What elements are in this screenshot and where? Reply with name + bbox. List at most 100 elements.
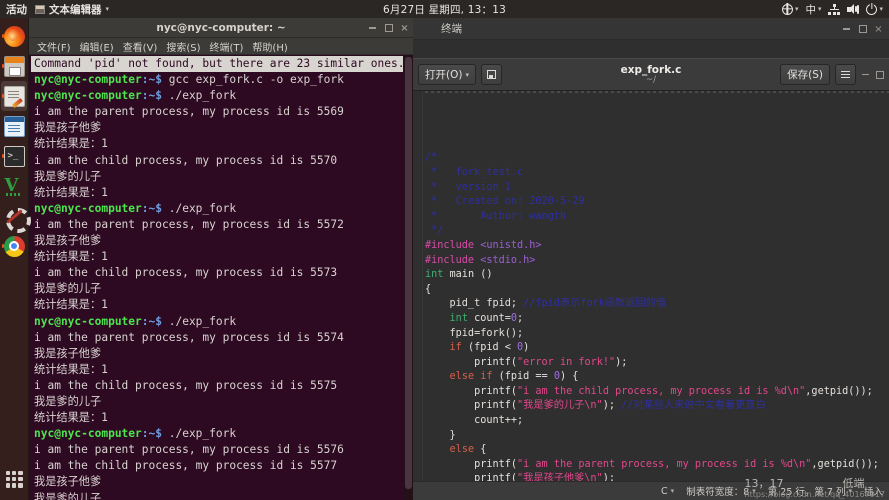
menu-search[interactable]: 搜索(S) bbox=[166, 39, 200, 54]
firefox-icon bbox=[3, 25, 25, 47]
terminal-output-line: i am the parent process, my process id i… bbox=[34, 105, 344, 119]
terminal-prompt-user: nyc@nyc-computer bbox=[34, 427, 142, 441]
terminal-output-line: i am the parent process, my process id i… bbox=[34, 217, 344, 231]
editor-menu-button[interactable] bbox=[835, 64, 856, 85]
code-line: printf("i am the child process, my proce… bbox=[425, 385, 889, 400]
code-line: printf("我是爹的儿子\n"); //对某些人来说中文看着更直白 bbox=[425, 399, 889, 414]
terminal-menubar: 文件(F) 编辑(E) 查看(V) 搜索(S) 终端(T) 帮助(H) bbox=[29, 38, 413, 55]
accessibility-menu[interactable]: ▾ bbox=[781, 3, 799, 15]
watermark-label: 低端 bbox=[842, 477, 865, 490]
save-button[interactable]: 保存(S) bbox=[780, 64, 830, 85]
power-icon bbox=[866, 3, 878, 15]
menu-file[interactable]: 文件(F) bbox=[37, 39, 71, 54]
open-file-label: 打开(O) bbox=[425, 69, 463, 81]
app-dock bbox=[0, 18, 31, 500]
system-tray: ▾ 中 ▾ ▾ bbox=[781, 2, 883, 17]
terminal-title: nyc@nyc-computer: ~ bbox=[156, 21, 286, 34]
code-token: count++; bbox=[425, 415, 524, 427]
terminal-output-line: i am the child process, my process id is… bbox=[34, 378, 338, 392]
terminal-output-line: 我是爹的儿子 bbox=[34, 491, 102, 500]
close-button[interactable] bbox=[400, 24, 409, 33]
terminal-prompt-user: nyc@nyc-computer bbox=[34, 73, 142, 87]
new-document-button[interactable] bbox=[480, 64, 502, 85]
background-window-controls bbox=[842, 18, 883, 40]
terminal-output-line: 我是爹的儿子 bbox=[34, 282, 102, 296]
editor-minimize-button[interactable] bbox=[861, 70, 870, 79]
code-token: /* bbox=[425, 152, 438, 164]
editor-maximize-button[interactable] bbox=[875, 70, 884, 79]
terminal-output-line: 统计结果是：1 bbox=[34, 137, 108, 151]
chevron-down-icon: ▾ bbox=[794, 5, 799, 13]
show-applications-button[interactable] bbox=[1, 464, 27, 494]
terminal-output-line: i am the child process, my process id is… bbox=[34, 153, 338, 167]
dock-item-vim[interactable] bbox=[1, 171, 27, 201]
code-token: "error in fork!" bbox=[517, 356, 616, 368]
dock-item-settings[interactable] bbox=[1, 201, 31, 233]
minimize-button[interactable] bbox=[368, 24, 377, 33]
maximize-button[interactable] bbox=[384, 24, 393, 33]
dock-item-terminal[interactable] bbox=[1, 141, 27, 171]
code-token: * Created on: 2020-5-29 bbox=[425, 196, 585, 208]
editor-filename: exp_fork.c bbox=[620, 64, 682, 76]
power-menu[interactable]: ▾ bbox=[866, 3, 883, 15]
code-line: /* bbox=[425, 151, 889, 166]
code-token: { bbox=[474, 444, 487, 456]
code-token: * Author: wangth bbox=[425, 210, 567, 222]
terminal-scrollbar[interactable] bbox=[403, 55, 413, 500]
terminal-prompt-user: nyc@nyc-computer bbox=[34, 314, 142, 328]
terminal-titlebar[interactable]: nyc@nyc-computer: ~ bbox=[29, 18, 413, 38]
code-token: } bbox=[425, 429, 456, 441]
editor-code-area[interactable]: /* * fork_test.c * version 1 * Created o… bbox=[413, 91, 889, 481]
status-language[interactable]: C ▾ bbox=[661, 486, 674, 497]
terminal-output-line: 统计结果是：1 bbox=[34, 362, 108, 376]
code-token: pid_t fpid; bbox=[425, 298, 524, 310]
app-grid-icon bbox=[5, 470, 23, 488]
minimize-button[interactable] bbox=[842, 25, 851, 34]
editor-filepath: ~/ bbox=[646, 75, 656, 85]
dock-item-chrome[interactable] bbox=[1, 231, 27, 261]
terminal-command: gcc exp_fork.c -o exp_fork bbox=[168, 73, 344, 87]
terminal-prompt-user: nyc@nyc-computer bbox=[34, 89, 142, 103]
menu-terminal[interactable]: 终端(T) bbox=[210, 39, 244, 54]
terminal-output-area[interactable]: Command 'pid' not found, but there are 2… bbox=[29, 55, 413, 500]
code-token: "i am the parent process, my process id … bbox=[517, 458, 812, 470]
dock-item-firefox[interactable] bbox=[1, 21, 27, 51]
code-line: #include <stdio.h> bbox=[425, 254, 889, 269]
terminal-prompt-path: :~$ bbox=[141, 73, 169, 87]
open-file-button[interactable]: 打开(O) ▾ bbox=[418, 64, 476, 85]
dock-item-libreoffice-writer[interactable] bbox=[1, 111, 27, 141]
clock[interactable]: 6月27日 星期四, 13：13 bbox=[0, 2, 889, 17]
close-button[interactable] bbox=[874, 25, 883, 34]
dock-item-files[interactable] bbox=[1, 51, 27, 81]
save-button-label: 保存(S) bbox=[787, 69, 823, 81]
terminal-output-line: i am the parent process, my process id i… bbox=[34, 443, 344, 457]
watermark: 13，17 低端 https://blog.csdn.net/qq_401679… bbox=[745, 475, 885, 499]
code-line: count++; bbox=[425, 414, 889, 429]
hamburger-menu-icon bbox=[841, 70, 850, 79]
terminal-output-line: i am the child process, my process id is… bbox=[34, 459, 338, 473]
menu-view[interactable]: 查看(V) bbox=[123, 39, 158, 54]
terminal-command: ./exp_fork bbox=[168, 314, 237, 328]
network-icon[interactable] bbox=[828, 3, 841, 15]
chevron-down-icon: ▾ bbox=[817, 5, 822, 13]
code-line: */ bbox=[425, 224, 889, 239]
menu-edit[interactable]: 编辑(E) bbox=[80, 39, 114, 54]
terminal-output-line: 统计结果是：1 bbox=[34, 411, 108, 425]
terminal-prompt-path: :~$ bbox=[141, 89, 169, 103]
editor-top-strip: 终端 bbox=[413, 18, 889, 40]
terminal-command: ./exp_fork bbox=[168, 201, 237, 215]
editor-focus-dashes bbox=[413, 91, 889, 93]
input-method-menu[interactable]: 中 ▾ bbox=[805, 2, 821, 17]
dock-item-text-editor[interactable] bbox=[1, 81, 27, 111]
settings-icon bbox=[4, 206, 31, 233]
terminal-prompt-path: :~$ bbox=[141, 427, 169, 441]
code-token: fpid=fork(); bbox=[425, 327, 524, 339]
terminal-output-line: 统计结果是：1 bbox=[34, 298, 108, 312]
editor-gap bbox=[413, 40, 889, 58]
menu-help[interactable]: 帮助(H) bbox=[252, 39, 287, 54]
writer-icon bbox=[3, 115, 25, 137]
volume-icon[interactable] bbox=[847, 4, 859, 15]
maximize-button[interactable] bbox=[858, 25, 867, 34]
